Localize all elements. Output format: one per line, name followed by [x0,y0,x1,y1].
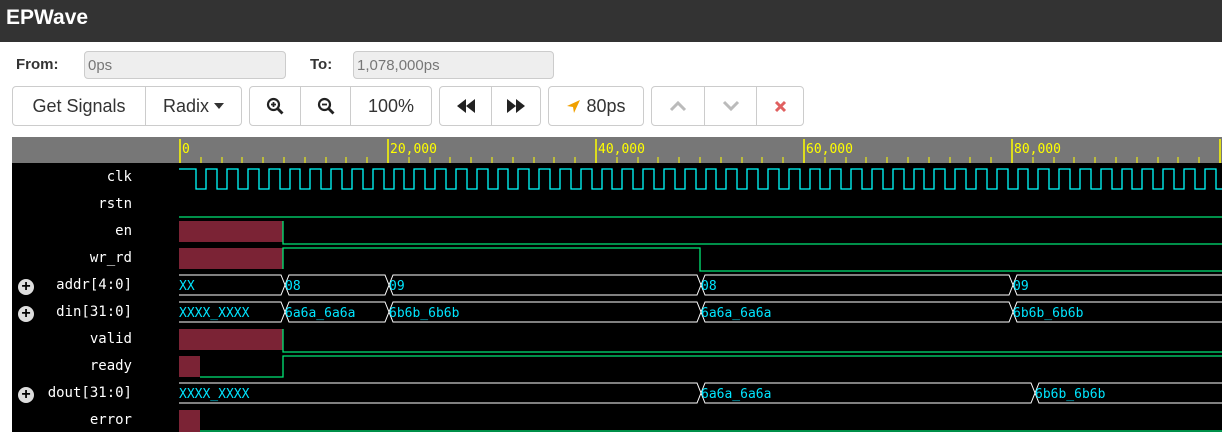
signal-name: clk [106,169,132,185]
signal-row-clk[interactable]: clk [12,165,179,192]
location-arrow-icon [567,99,581,113]
app-title: EPWave [6,6,89,29]
app-header: EPWave [0,0,1222,42]
zoom-out-button[interactable] [300,87,350,125]
tick-label: 0 [182,142,190,157]
zoom-group: 100% [249,86,432,126]
remove-button[interactable] [756,87,803,125]
signal-name: addr[4:0] [56,277,132,293]
wr-rd-undefined-region [179,248,283,269]
move-up-button[interactable] [652,87,704,125]
bus-value: XXXX_XXXX [179,387,250,402]
chevron-up-icon [669,100,687,112]
marker-group [651,86,804,126]
signal-name: valid [89,331,132,347]
bus-value: 6a6a_6a6a [701,306,771,321]
signal-name: error [89,412,132,428]
get-signals-label: Get Signals [32,95,126,116]
expand-plus-icon[interactable]: + [18,387,34,403]
tick-label: 60,000 [806,142,853,157]
caret-down-icon [214,103,225,109]
tick-label: 20,000 [390,142,437,157]
fast-forward-icon [507,99,525,113]
time-range-bar: From: 0ps To: 1,078,000ps [0,42,1222,84]
from-label: From: [16,56,59,73]
chevron-down-icon [722,100,739,112]
bus-value: 6b6b_6b6b [389,306,460,321]
signal-row-rstn[interactable]: rstn [12,192,179,219]
bus-value: 6a6a_6a6a [285,306,355,321]
bus-value: 6b6b_6b6b [1013,306,1084,321]
bus-value: 08 [701,279,717,294]
signal-row-ready[interactable]: ready [12,354,179,381]
valid-undefined-region [179,329,283,350]
navigate-group [439,86,541,126]
ready-waveform [200,355,1222,378]
bus-value: 08 [285,279,301,294]
radix-label: Radix [162,95,210,116]
en-waveform [282,221,1222,245]
ready-undefined-region [179,356,200,377]
signal-name: rstn [98,196,132,212]
zoom-in-button[interactable] [250,87,300,125]
bus-value: 6b6b_6b6b [1035,387,1106,402]
get-signals-button[interactable]: Get Signals [13,87,145,125]
zoom-out-icon [317,97,334,115]
cursor-group: 80ps [548,86,644,126]
bus-value: 09 [389,279,405,294]
signal-name: en [115,223,132,239]
bus-value: XX [179,279,195,294]
signal-name: wr_rd [89,250,132,266]
cursor-time: 80ps [586,95,626,116]
next-edge-button[interactable] [491,87,540,125]
to-field[interactable]: 1,078,000ps [353,51,554,79]
signal-row-dout[interactable]: + dout[31:0] [12,381,179,408]
zoom-in-icon [266,97,284,115]
en-undefined-region [179,221,283,242]
signal-row-wr-rd[interactable]: wr_rd [12,246,179,273]
rewind-icon [456,99,475,113]
radix-button[interactable]: Radix [145,87,241,125]
bus-value: 09 [1013,279,1029,294]
signal-row-error[interactable]: error [12,408,179,432]
cursor-time-button[interactable]: 80ps [549,87,643,125]
move-down-button[interactable] [704,87,756,125]
bus-value: 6a6a_6a6a [701,387,771,402]
signal-name: din[31:0] [56,304,132,320]
tick-label: 80,000 [1014,142,1061,157]
clk-waveform [179,168,1222,190]
signal-row-din[interactable]: + din[31:0] [12,300,179,327]
signal-name-column: clk rstn en wr_rd + addr[4:0] + din[31:0… [12,137,179,432]
signal-row-valid[interactable]: valid [12,327,179,354]
expand-plus-icon[interactable]: + [18,279,34,295]
error-undefined-region [179,410,200,432]
signal-name: dout[31:0] [47,385,132,401]
to-label: To: [310,56,333,73]
waveform-viewer: clk rstn en wr_rd + addr[4:0] + din[31:0… [12,137,1222,432]
signal-list-header [12,137,179,163]
signals-group: Get Signals Radix [12,86,242,126]
waveform-canvas[interactable]: 0 20,000 40,000 60,000 80,000 XX 08 09 0… [179,137,1222,432]
zoom-level-button[interactable]: 100% [350,87,431,125]
signal-row-addr[interactable]: + addr[4:0] [12,273,179,300]
zoom-level: 100% [367,95,415,116]
prev-edge-button[interactable] [440,87,491,125]
wr-rd-waveform [282,247,1222,272]
expand-plus-icon[interactable]: + [18,306,34,322]
from-field[interactable]: 0ps [84,51,286,79]
signal-name: ready [89,358,132,374]
signal-row-en[interactable]: en [12,219,179,246]
valid-waveform [282,329,1222,353]
tick-label: 40,000 [598,142,645,157]
close-icon [774,100,786,112]
bus-value: XXXX_XXXX [179,306,250,321]
